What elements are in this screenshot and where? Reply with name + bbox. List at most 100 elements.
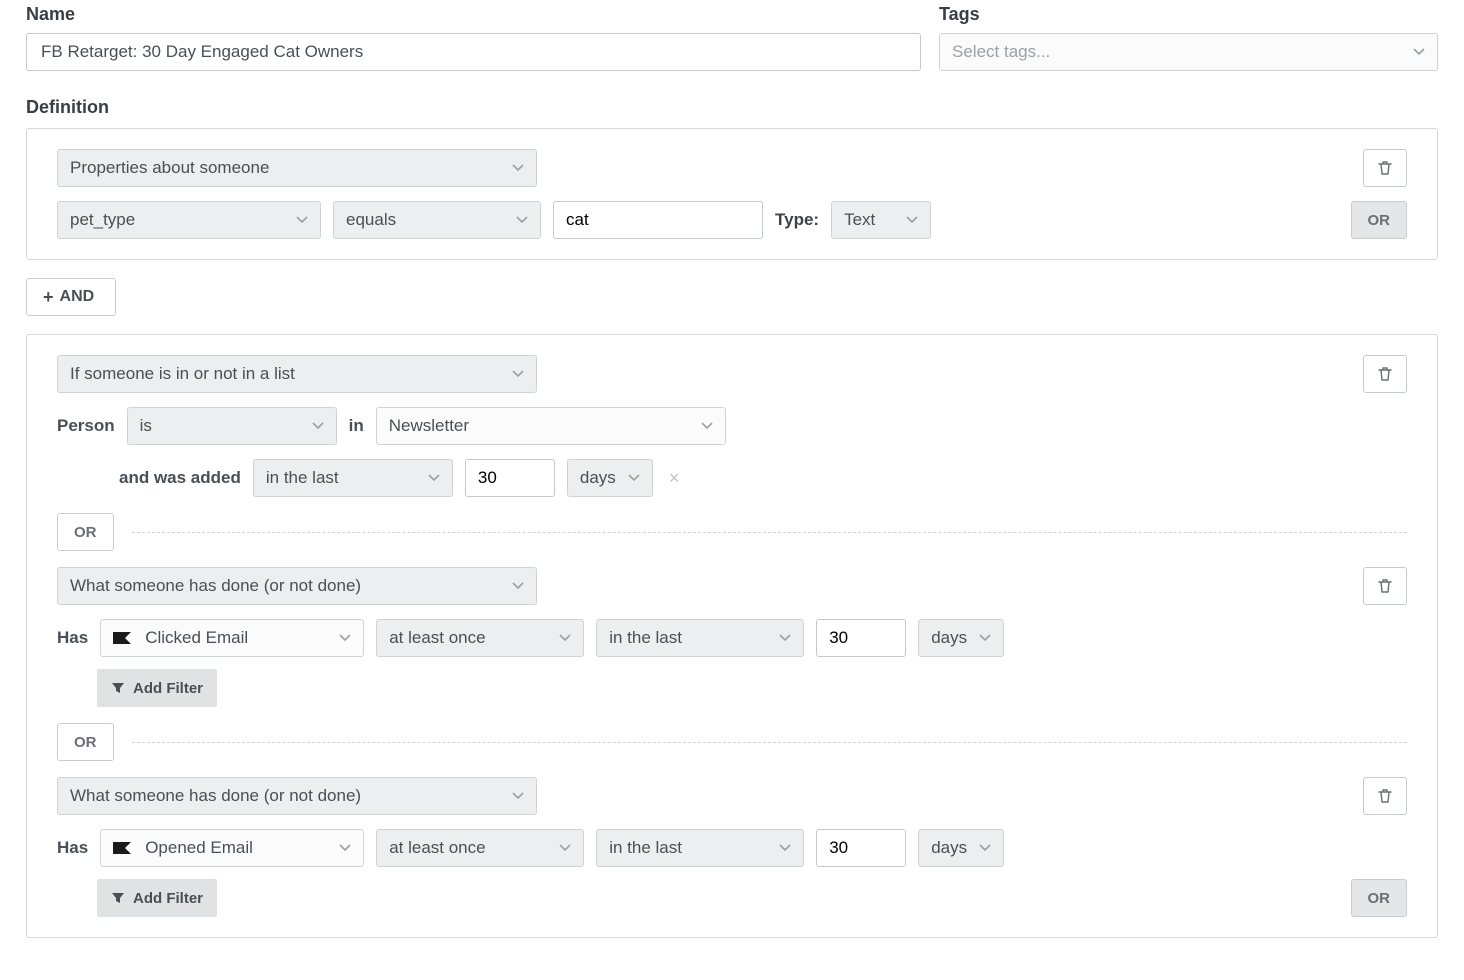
delete-condition-button[interactable] <box>1363 777 1407 815</box>
clear-time-filter-button[interactable]: × <box>669 468 680 489</box>
condition-type-text: What someone has done (or not done) <box>70 786 361 806</box>
time-num-input[interactable] <box>816 619 906 657</box>
divider <box>132 742 1408 743</box>
chevron-down-icon <box>779 634 791 642</box>
trash-icon <box>1378 366 1392 382</box>
chevron-down-icon <box>559 844 571 852</box>
and-was-added-label: and was added <box>119 468 241 488</box>
delete-condition-button[interactable] <box>1363 355 1407 393</box>
added-num-input[interactable] <box>465 459 555 497</box>
chevron-down-icon <box>701 422 713 430</box>
added-unit-text: days <box>580 468 616 488</box>
event-text: Opened Email <box>145 838 253 858</box>
chevron-down-icon <box>1413 48 1425 56</box>
chevron-down-icon <box>296 216 308 224</box>
chevron-down-icon <box>512 370 524 378</box>
delete-condition-button[interactable] <box>1363 567 1407 605</box>
name-input[interactable] <box>26 33 921 71</box>
chevron-down-icon <box>779 844 791 852</box>
divider <box>132 532 1408 533</box>
condition-type-select[interactable]: If someone is in or not in a list <box>57 355 537 393</box>
data-type-select[interactable]: Text <box>831 201 931 239</box>
chevron-down-icon <box>512 792 524 800</box>
trash-icon <box>1378 578 1392 594</box>
time-unit-select[interactable]: days <box>918 619 1004 657</box>
frequency-select[interactable]: at least once <box>376 619 584 657</box>
property-text: pet_type <box>70 210 135 230</box>
added-op-select[interactable]: in the last <box>253 459 453 497</box>
condition-type-text: What someone has done (or not done) <box>70 576 361 596</box>
filter-icon <box>111 681 125 695</box>
tags-placeholder: Select tags... <box>952 42 1050 62</box>
chevron-down-icon <box>979 844 991 852</box>
flag-icon <box>111 840 135 856</box>
chevron-down-icon <box>516 216 528 224</box>
added-unit-select[interactable]: days <box>567 459 653 497</box>
added-op-text: in the last <box>266 468 339 488</box>
add-filter-label: Add Filter <box>133 680 203 697</box>
time-op-text: in the last <box>609 838 682 858</box>
delete-condition-button[interactable] <box>1363 149 1407 187</box>
chevron-down-icon <box>512 164 524 172</box>
time-unit-select[interactable]: days <box>918 829 1004 867</box>
condition-group-1: Properties about someone pet_type equals… <box>26 128 1438 260</box>
chevron-down-icon <box>512 582 524 590</box>
chevron-down-icon <box>428 474 440 482</box>
chevron-down-icon <box>906 216 918 224</box>
name-label: Name <box>26 4 921 25</box>
data-type-text: Text <box>844 210 875 230</box>
add-filter-button[interactable]: Add Filter <box>97 879 217 917</box>
chevron-down-icon <box>339 844 351 852</box>
time-op-select[interactable]: in the last <box>596 619 804 657</box>
and-label: AND <box>60 288 95 306</box>
condition-type-select[interactable]: What someone has done (or not done) <box>57 567 537 605</box>
frequency-text: at least once <box>389 838 485 858</box>
person-label: Person <box>57 416 115 436</box>
event-select[interactable]: Opened Email <box>100 829 364 867</box>
tags-select[interactable]: Select tags... <box>939 33 1438 71</box>
time-num-input[interactable] <box>816 829 906 867</box>
is-text: is <box>140 416 152 436</box>
time-op-text: in the last <box>609 628 682 648</box>
chevron-down-icon <box>312 422 324 430</box>
frequency-select[interactable]: at least once <box>376 829 584 867</box>
list-text: Newsletter <box>389 416 469 436</box>
type-label: Type: <box>775 210 819 230</box>
time-unit-text: days <box>931 838 967 858</box>
tags-label: Tags <box>939 4 1438 25</box>
event-select[interactable]: Clicked Email <box>100 619 364 657</box>
trash-icon <box>1378 788 1392 804</box>
time-unit-text: days <box>931 628 967 648</box>
is-select[interactable]: is <box>127 407 337 445</box>
condition-type-text: Properties about someone <box>70 158 269 178</box>
chevron-down-icon <box>979 634 991 642</box>
condition-type-text: If someone is in or not in a list <box>70 364 295 384</box>
add-and-button[interactable]: + AND <box>26 278 116 316</box>
list-select[interactable]: Newsletter <box>376 407 726 445</box>
event-text: Clicked Email <box>145 628 248 648</box>
trash-icon <box>1378 160 1392 176</box>
condition-group-2: If someone is in or not in a list Person… <box>26 334 1438 938</box>
definition-label: Definition <box>26 97 1438 118</box>
has-label: Has <box>57 628 88 648</box>
add-filter-button[interactable]: Add Filter <box>97 669 217 707</box>
condition-type-select[interactable]: Properties about someone <box>57 149 537 187</box>
filter-icon <box>111 891 125 905</box>
or-button[interactable]: OR <box>1351 879 1408 917</box>
or-chip[interactable]: OR <box>57 723 114 761</box>
condition-type-select[interactable]: What someone has done (or not done) <box>57 777 537 815</box>
plus-icon: + <box>43 287 54 308</box>
or-button[interactable]: OR <box>1351 201 1408 239</box>
frequency-text: at least once <box>389 628 485 648</box>
value-input[interactable] <box>553 201 763 239</box>
property-select[interactable]: pet_type <box>57 201 321 239</box>
or-chip[interactable]: OR <box>57 513 114 551</box>
chevron-down-icon <box>339 634 351 642</box>
has-label: Has <box>57 838 88 858</box>
operator-select[interactable]: equals <box>333 201 541 239</box>
in-label: in <box>349 416 364 436</box>
add-filter-label: Add Filter <box>133 890 203 907</box>
flag-icon <box>111 630 135 646</box>
time-op-select[interactable]: in the last <box>596 829 804 867</box>
chevron-down-icon <box>559 634 571 642</box>
